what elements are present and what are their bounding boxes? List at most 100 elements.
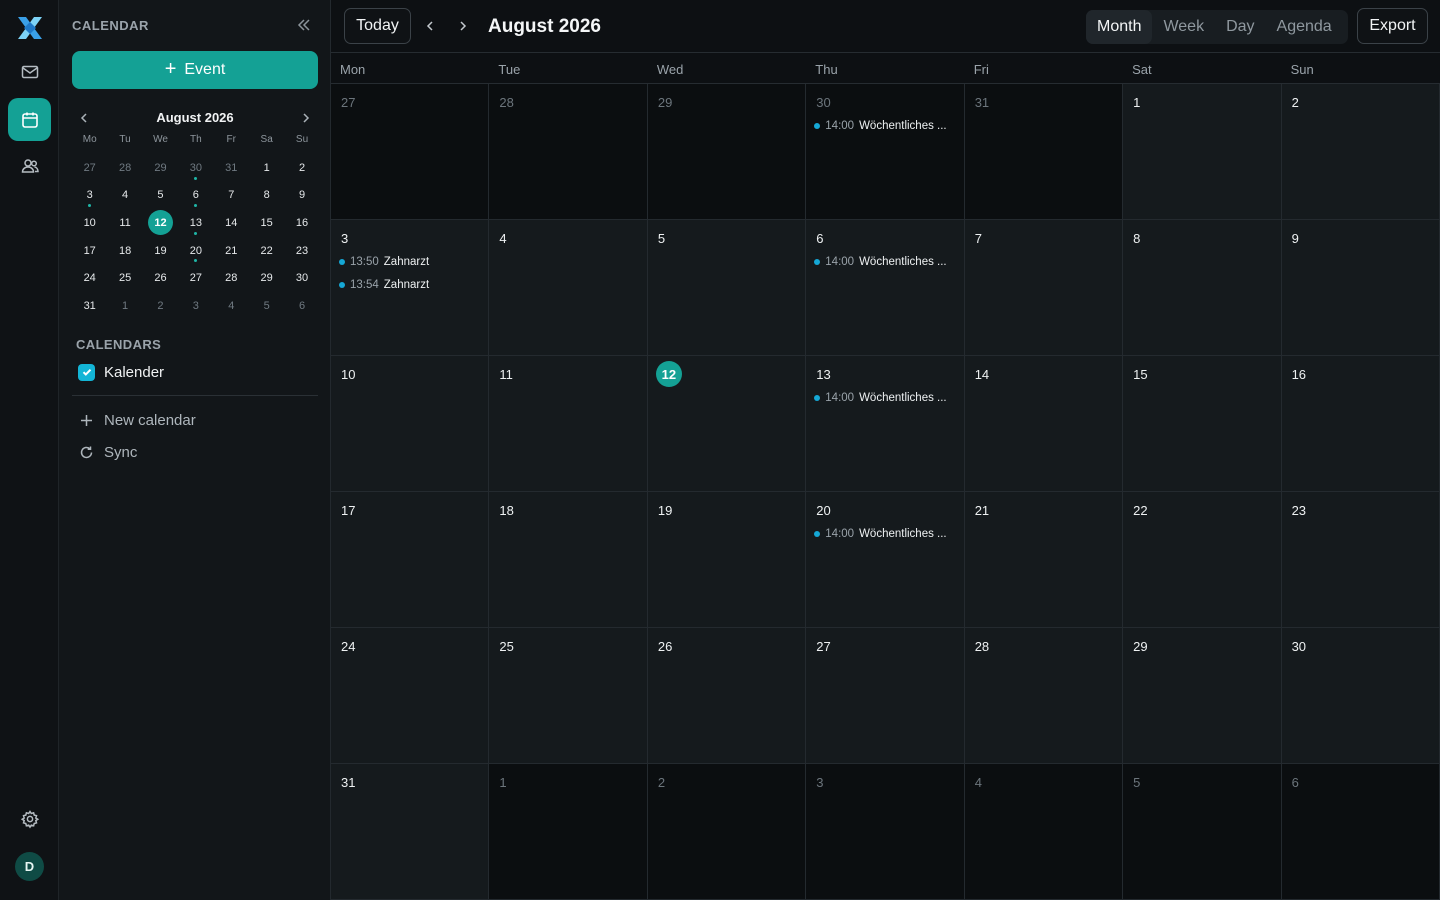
- day-cell[interactable]: 5: [1123, 764, 1282, 900]
- mail-nav-button[interactable]: [8, 50, 51, 93]
- day-cell[interactable]: 9: [1281, 220, 1440, 356]
- day-cell[interactable]: 17: [331, 492, 490, 628]
- day-cell[interactable]: 26: [647, 628, 807, 764]
- day-cell[interactable]: 21: [964, 492, 1124, 628]
- day-cell[interactable]: 27: [331, 84, 490, 220]
- mini-day[interactable]: 31: [72, 292, 107, 320]
- day-cell[interactable]: 27: [806, 628, 965, 764]
- event-chip[interactable]: 14:00 Wöchentliches ...: [814, 117, 955, 134]
- day-cell[interactable]: 25: [489, 628, 648, 764]
- mini-day[interactable]: 29: [143, 154, 178, 182]
- mini-day[interactable]: 25: [107, 264, 142, 292]
- mini-day[interactable]: 30: [178, 154, 213, 182]
- day-cell[interactable]: 12: [647, 356, 807, 492]
- mini-day[interactable]: 22: [249, 237, 284, 265]
- settings-button[interactable]: [8, 797, 51, 840]
- today-button[interactable]: Today: [344, 8, 411, 44]
- mini-day[interactable]: 8: [249, 182, 284, 210]
- event-chip[interactable]: 14:00 Wöchentliches ...: [814, 525, 955, 542]
- mini-day[interactable]: 20: [178, 237, 213, 265]
- mini-day[interactable]: 28: [214, 264, 249, 292]
- mini-day[interactable]: 15: [249, 209, 284, 237]
- event-chip[interactable]: 13:54 Zahnarzt: [339, 276, 480, 293]
- app-logo[interactable]: [15, 14, 45, 42]
- mini-day[interactable]: 7: [214, 182, 249, 210]
- day-cell[interactable]: 4: [489, 220, 648, 356]
- view-tab-week[interactable]: Week: [1152, 10, 1215, 44]
- day-cell[interactable]: 4: [964, 764, 1124, 900]
- mini-day[interactable]: 31: [214, 154, 249, 182]
- mini-day[interactable]: 10: [72, 209, 107, 237]
- mini-day[interactable]: 6: [284, 292, 319, 320]
- mini-day[interactable]: 16: [284, 209, 319, 237]
- day-cell[interactable]: 16: [1281, 356, 1440, 492]
- mini-day[interactable]: 2: [284, 154, 319, 182]
- mini-day[interactable]: 5: [249, 292, 284, 320]
- new-calendar-button[interactable]: New calendar: [79, 410, 196, 430]
- mini-day[interactable]: 2: [143, 292, 178, 320]
- event-chip[interactable]: 14:00 Wöchentliches ...: [814, 389, 955, 406]
- mini-day[interactable]: 24: [72, 264, 107, 292]
- day-cell[interactable]: 10: [331, 356, 490, 492]
- mini-day[interactable]: 3: [72, 182, 107, 210]
- mini-day[interactable]: 28: [107, 154, 142, 182]
- mini-day[interactable]: 1: [107, 292, 142, 320]
- day-cell[interactable]: 1: [1123, 84, 1282, 220]
- mini-day[interactable]: 26: [143, 264, 178, 292]
- day-cell[interactable]: 28: [964, 628, 1124, 764]
- day-cell[interactable]: 19: [647, 492, 807, 628]
- day-cell[interactable]: 30 14:00 Wöchentliches ...: [806, 84, 965, 220]
- mini-next-month-button[interactable]: [298, 110, 314, 126]
- export-button[interactable]: Export: [1357, 8, 1428, 44]
- mini-day[interactable]: 17: [72, 237, 107, 265]
- sync-button[interactable]: Sync: [79, 442, 137, 462]
- day-cell[interactable]: 11: [489, 356, 648, 492]
- day-cell[interactable]: 22: [1123, 492, 1282, 628]
- mini-day[interactable]: 6: [178, 182, 213, 210]
- day-cell[interactable]: 3: [806, 764, 965, 900]
- calendar-nav-button[interactable]: [8, 98, 51, 141]
- day-cell[interactable]: 13 14:00 Wöchentliches ...: [806, 356, 965, 492]
- calendar-item-kalender[interactable]: Kalender: [78, 362, 164, 382]
- day-cell[interactable]: 23: [1281, 492, 1440, 628]
- day-cell[interactable]: 7: [964, 220, 1124, 356]
- day-cell[interactable]: 6 14:00 Wöchentliches ...: [806, 220, 965, 356]
- prev-month-button[interactable]: [422, 18, 438, 34]
- mini-day[interactable]: 23: [284, 237, 319, 265]
- mini-day[interactable]: 19: [143, 237, 178, 265]
- day-cell[interactable]: 8: [1123, 220, 1282, 356]
- day-cell[interactable]: 31: [331, 764, 490, 900]
- day-cell[interactable]: 20 14:00 Wöchentliches ...: [806, 492, 965, 628]
- mini-day[interactable]: 4: [107, 182, 142, 210]
- day-cell[interactable]: 5: [647, 220, 807, 356]
- day-cell[interactable]: 15: [1123, 356, 1282, 492]
- day-cell[interactable]: 14: [964, 356, 1124, 492]
- mini-day[interactable]: 29: [249, 264, 284, 292]
- mini-day[interactable]: 4: [214, 292, 249, 320]
- day-cell[interactable]: 31: [964, 84, 1124, 220]
- mini-day[interactable]: 21: [214, 237, 249, 265]
- day-cell[interactable]: 2: [647, 764, 807, 900]
- day-cell[interactable]: 28: [489, 84, 648, 220]
- mini-day[interactable]: 5: [143, 182, 178, 210]
- mini-day[interactable]: 18: [107, 237, 142, 265]
- new-event-button[interactable]: + Event: [72, 51, 318, 89]
- mini-day[interactable]: 27: [72, 154, 107, 182]
- mini-day[interactable]: 9: [284, 182, 319, 210]
- day-cell[interactable]: 29: [1123, 628, 1282, 764]
- day-cell[interactable]: 6: [1281, 764, 1440, 900]
- day-cell[interactable]: 18: [489, 492, 648, 628]
- mini-day[interactable]: 14: [214, 209, 249, 237]
- day-cell[interactable]: 1: [489, 764, 648, 900]
- view-tab-month[interactable]: Month: [1086, 10, 1153, 44]
- calendar-checkbox[interactable]: [78, 363, 95, 381]
- mini-day[interactable]: 3: [178, 292, 213, 320]
- next-month-button[interactable]: [455, 18, 471, 34]
- view-tab-day[interactable]: Day: [1215, 10, 1265, 44]
- day-cell[interactable]: 3 13:50 Zahnarzt 13:54 Zahnarzt: [331, 220, 490, 356]
- user-avatar[interactable]: D: [15, 852, 44, 881]
- view-tab-agenda[interactable]: Agenda: [1266, 10, 1343, 44]
- mini-day[interactable]: 12: [143, 209, 178, 237]
- contacts-nav-button[interactable]: [8, 144, 51, 187]
- mini-day[interactable]: 1: [249, 154, 284, 182]
